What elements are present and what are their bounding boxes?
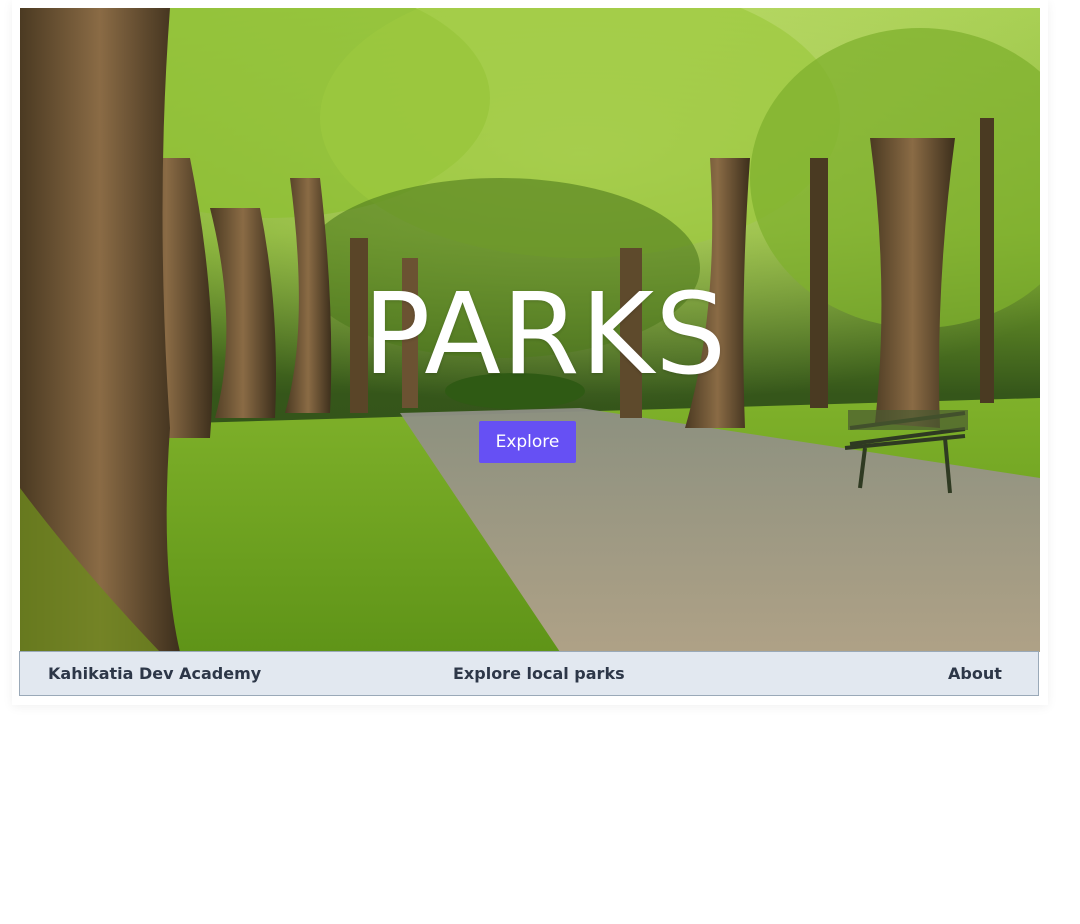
explore-local-parks-link[interactable]: Explore local parks [453, 652, 625, 695]
brand-link[interactable]: Kahikatia Dev Academy [48, 652, 261, 695]
about-link[interactable]: About [948, 652, 1002, 695]
hero-title: PARKS [362, 270, 728, 400]
footer-navbar: Kahikatia Dev Academy Explore local park… [19, 651, 1039, 696]
explore-button[interactable]: Explore [479, 421, 576, 463]
hero-section: PARKS Explore [20, 8, 1040, 652]
